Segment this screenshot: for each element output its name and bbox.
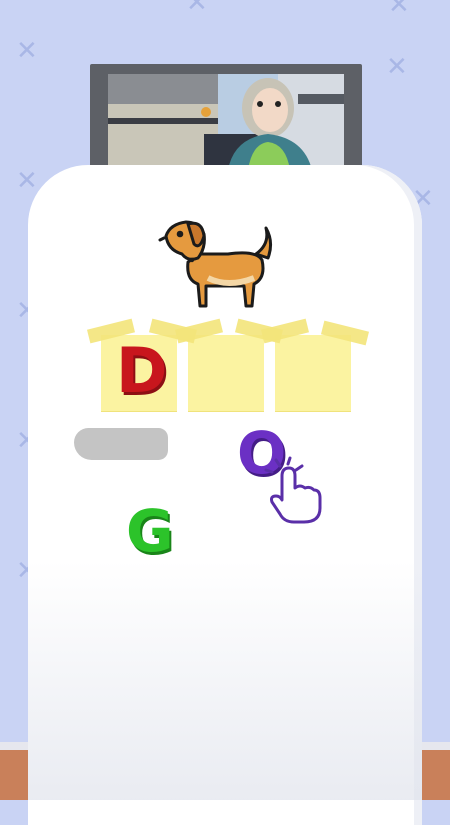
x-pattern-icon: ✕ [16,36,38,66]
fridge-shadow [28,560,422,800]
letter-slot-3[interactable] [275,335,351,411]
kitchen-scene-image [108,74,344,170]
tv-frame [90,64,362,170]
x-pattern-icon: ✕ [386,52,408,82]
x-pattern-icon: ✕ [388,0,410,20]
tap-hand-icon [264,456,322,524]
fridge-handle [74,428,168,460]
x-pattern-icon: ✕ [186,0,208,18]
letter-magnet-d[interactable]: D [116,340,167,402]
letter-magnet-g[interactable]: G [126,502,174,560]
dog-icon [158,220,273,308]
tv-screen [108,74,344,170]
x-pattern-icon: ✕ [16,166,38,196]
letter-slot-2[interactable] [188,335,264,411]
